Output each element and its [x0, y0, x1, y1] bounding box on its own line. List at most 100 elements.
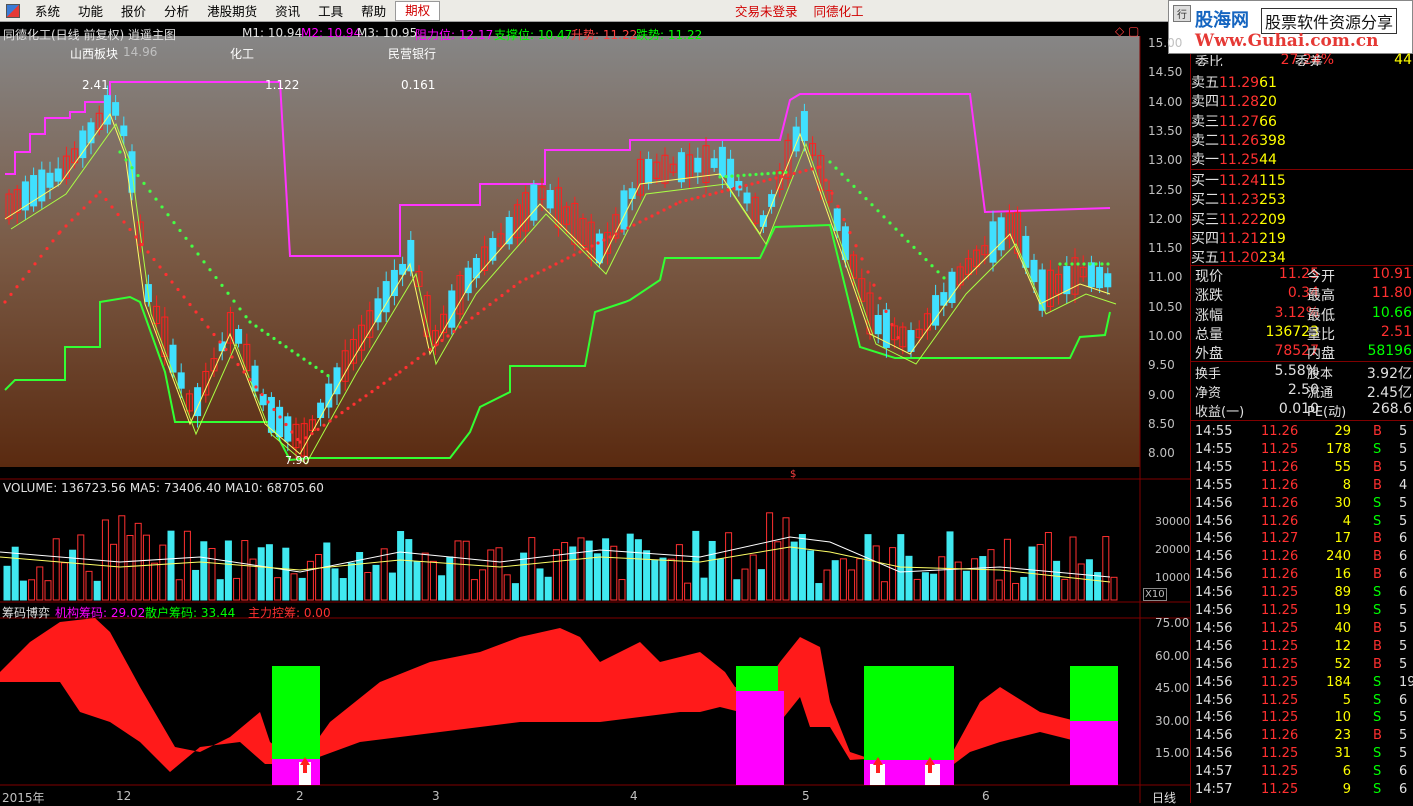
tick-row[interactable]: 14:57 11.25 6 S 6 [1191, 764, 1413, 782]
volume-bar [306, 560, 314, 601]
tick-row[interactable]: 14:56 11.27 17 B 6 [1191, 531, 1413, 549]
sell-label: 卖四 [1191, 94, 1219, 111]
tick-row[interactable]: 14:56 11.26 30 S 5 [1191, 496, 1413, 514]
trend-dot [924, 258, 928, 262]
tick-row[interactable]: 14:56 11.25 40 B 5 [1191, 621, 1413, 639]
trend-dot [230, 355, 234, 359]
trend-dot [798, 170, 802, 174]
stat-value: 10.91 [1371, 266, 1412, 282]
stat-label: 换手 [1195, 367, 1222, 382]
trend-dot [1100, 262, 1104, 266]
volume-bar [667, 558, 675, 601]
trend-dot [506, 289, 510, 293]
menu-hk-futures[interactable]: 港股期货 [198, 1, 266, 20]
trend-dot [118, 150, 122, 154]
trend-dot [476, 311, 480, 316]
tick-count: 5 [1399, 495, 1408, 511]
tick-row[interactable]: 14:55 11.25 178 S 5 [1191, 442, 1413, 460]
tick-row[interactable]: 14:56 11.25 5 S 6 [1191, 693, 1413, 711]
candle-body [620, 190, 628, 230]
menu-options[interactable]: 期权 [395, 0, 441, 21]
tick-row[interactable]: 14:56 11.26 16 B 6 [1191, 567, 1413, 585]
trend-dot [512, 284, 516, 289]
sell-price: 11.26 [1219, 132, 1260, 149]
buy-volume: 115 [1259, 173, 1286, 189]
period-label[interactable]: 日线 [1152, 789, 1176, 806]
tick-row[interactable]: 14:55 11.26 29 B 5 [1191, 424, 1413, 442]
tick-row[interactable]: 14:56 11.25 52 B 5 [1191, 657, 1413, 675]
tick-row[interactable]: 14:56 11.25 12 B 5 [1191, 639, 1413, 657]
trend-dot [446, 334, 450, 338]
chart-canvas[interactable]: $ [0, 22, 1190, 803]
stat-row: 涨跌 0.34 最高 11.80 [1191, 285, 1413, 304]
tick-time: 14:56 [1195, 728, 1233, 744]
volume-bar [60, 562, 68, 601]
volume-bar [200, 541, 208, 601]
volume-bar [716, 558, 724, 601]
tick-row[interactable]: 14:56 11.25 19 S 5 [1191, 603, 1413, 621]
stat-value: 3.92亿 [1366, 366, 1412, 382]
tick-row[interactable]: 14:56 11.26 240 B 6 [1191, 549, 1413, 567]
tick-row[interactable]: 14:57 11.25 9 S 6 [1191, 782, 1413, 800]
price-tick: 14.50 [1148, 65, 1183, 80]
volume-bar [807, 550, 815, 601]
chip-area [0, 618, 1118, 785]
volume-bar [85, 570, 93, 601]
committee-row: 委比 27.24% 委差 44 [1195, 52, 1412, 66]
tick-row[interactable]: 14:56 11.25 89 S 6 [1191, 585, 1413, 603]
sell-row: 卖二11.26398 [1191, 130, 1413, 149]
volume-bar [126, 534, 134, 601]
chip-tick: 30.00 [1155, 713, 1190, 728]
menu-function[interactable]: 功能 [69, 1, 112, 20]
tick-price: 11.25 [1261, 746, 1299, 762]
login-status[interactable]: 交易未登录 [735, 4, 798, 19]
menu-analysis[interactable]: 分析 [155, 1, 198, 20]
volume-bar [265, 544, 273, 601]
tick-row[interactable]: 14:56 11.25 184 S 19 [1191, 675, 1413, 693]
buy-label: 买四 [1191, 230, 1219, 247]
tick-price: 11.25 [1261, 674, 1299, 690]
menu-quote[interactable]: 报价 [112, 1, 155, 20]
menu-system[interactable]: 系统 [26, 1, 69, 20]
tick-row[interactable]: 14:55 11.26 55 B 5 [1191, 460, 1413, 478]
volume-bar [930, 573, 938, 601]
trade-button[interactable]: 行 [1173, 5, 1191, 22]
trend-dot [918, 251, 922, 256]
buy-volume: 234 [1259, 250, 1286, 267]
tick-row[interactable]: 14:56 11.26 4 S 5 [1191, 514, 1413, 532]
tick-count: 5 [1399, 513, 1408, 529]
tick-count: 6 [1399, 549, 1408, 565]
chip-magenta-block [272, 759, 320, 785]
trend-dot [714, 191, 718, 195]
tick-row[interactable]: 14:56 11.25 10 S 5 [1191, 710, 1413, 728]
chart-area[interactable]: $ 同德化工(日线 前复权) 逍遥主图 M1: 10.94 M2: 10.94 … [0, 22, 1190, 806]
menu-help[interactable]: 帮助 [352, 1, 395, 20]
volume-bar [208, 547, 216, 601]
volume-bar [684, 582, 692, 601]
volume-bar [921, 572, 929, 601]
price-tick: 15.00 [1148, 36, 1183, 50]
tick-count: 6 [1399, 531, 1408, 547]
tick-row[interactable]: 14:55 11.26 8 B 4 [1191, 478, 1413, 496]
panel-icons[interactable]: ◇ ▢ [1115, 24, 1139, 38]
tick-row[interactable]: 14:56 11.26 23 B 5 [1191, 728, 1413, 746]
trend-dot [220, 283, 224, 287]
trend-dot [620, 229, 624, 233]
trend-dot [738, 185, 742, 189]
tick-volume: 19 [1334, 603, 1351, 618]
stat-row: 总量 136723 量比 2.51 [1191, 324, 1413, 343]
trend-dot [864, 197, 868, 201]
menu-news[interactable]: 资讯 [266, 1, 309, 20]
menu-tools[interactable]: 工具 [309, 1, 352, 20]
trend-dot [88, 200, 92, 204]
tick-row[interactable]: 14:56 11.25 31 S 5 [1191, 746, 1413, 764]
volume-bar [741, 568, 749, 601]
volume-bar [388, 572, 396, 601]
trend-dot [272, 336, 276, 341]
volume-bar [77, 534, 85, 601]
trend-dot [784, 170, 788, 174]
tick-count: 5 [1399, 603, 1408, 618]
trend-dot [780, 174, 784, 179]
divider [1191, 361, 1413, 362]
trend-dot [1106, 262, 1110, 266]
